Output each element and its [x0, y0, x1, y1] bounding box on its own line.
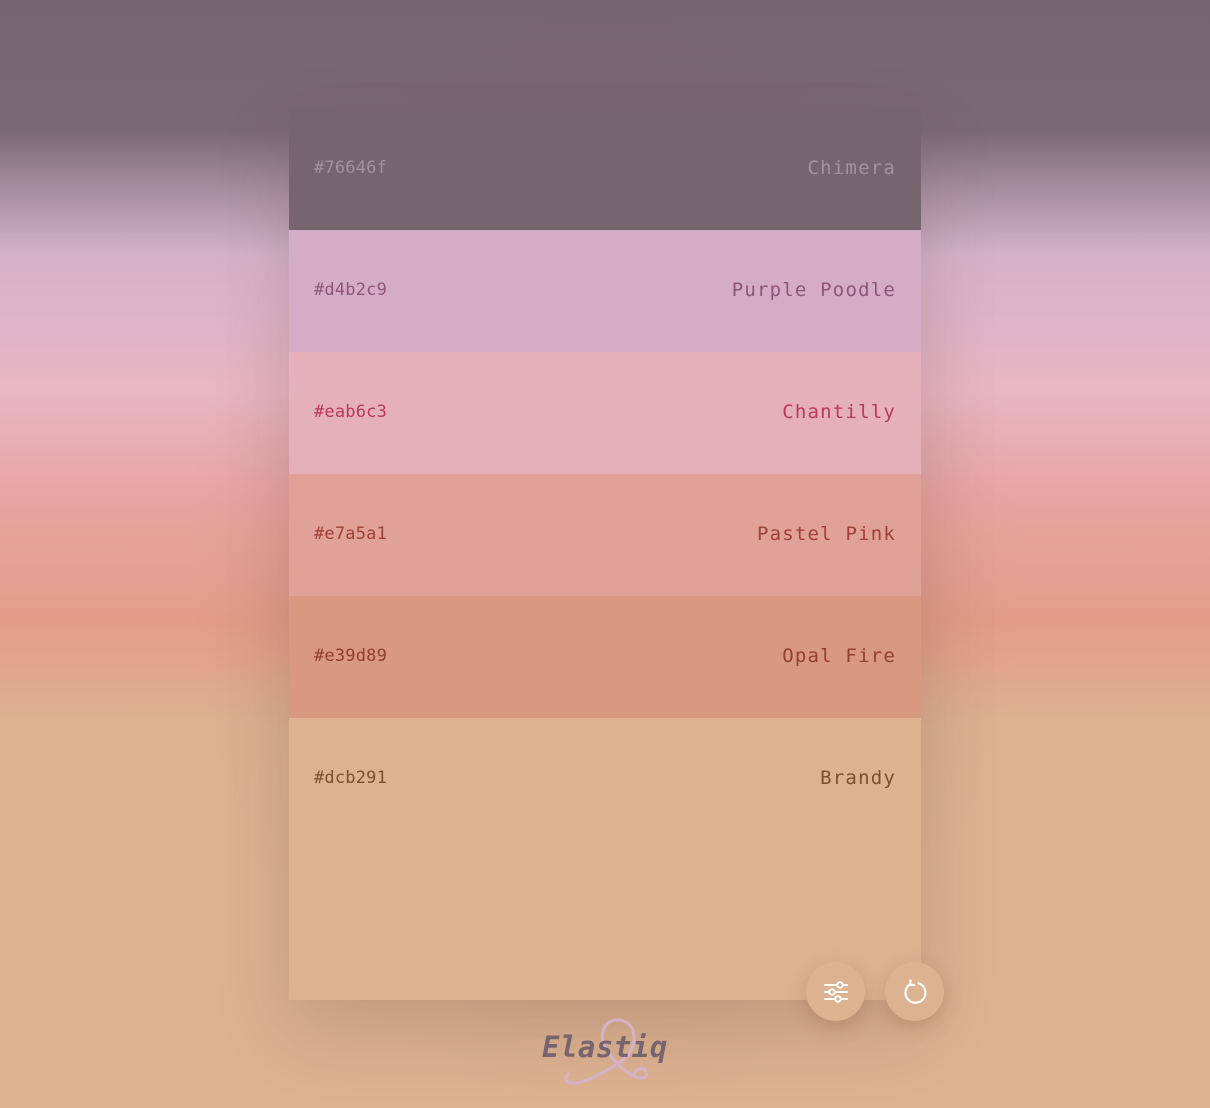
color-swatch[interactable]: #76646f Chimera — [289, 108, 921, 230]
swatch-hex-code[interactable]: #dcb291 — [314, 768, 387, 788]
swatch-color-name[interactable]: Chantilly — [782, 401, 896, 423]
color-palette: #76646f Chimera #d4b2c9 Purple Poodle #eab6c… — [289, 108, 921, 1000]
swatch-color-name[interactable]: Chimera — [808, 157, 896, 179]
swatch-hex-code[interactable]: #e39d89 — [314, 646, 387, 666]
settings-button[interactable] — [806, 962, 865, 1021]
color-swatch[interactable]: #eab6c3 Chantilly — [289, 352, 921, 474]
refresh-button[interactable] — [885, 962, 944, 1021]
color-swatch[interactable]: #e7a5a1 Pastel Pink — [289, 474, 921, 596]
color-swatch[interactable]: #e39d89 Opal Fire — [289, 596, 921, 718]
swatch-hex-code[interactable]: #76646f — [314, 158, 387, 178]
color-swatch[interactable]: #dcb291 Brandy — [289, 718, 921, 1000]
swatch-color-name[interactable]: Pastel Pink — [757, 523, 896, 545]
swatch-color-name[interactable]: Brandy — [820, 767, 896, 789]
refresh-icon — [903, 978, 927, 1004]
swatch-color-name[interactable]: Opal Fire — [782, 645, 896, 667]
sliders-icon — [823, 980, 848, 1003]
logo-text: Elastiq — [542, 1030, 668, 1064]
swatch-hex-code[interactable]: #e7a5a1 — [314, 524, 387, 544]
swatch-hex-code[interactable]: #eab6c3 — [314, 402, 387, 422]
swatch-color-name[interactable]: Purple Poodle — [732, 279, 896, 301]
swatch-hex-code[interactable]: #d4b2c9 — [314, 280, 387, 300]
elastiq-logo[interactable]: Elastiq — [530, 1012, 680, 1092]
color-swatch[interactable]: #d4b2c9 Purple Poodle — [289, 230, 921, 352]
